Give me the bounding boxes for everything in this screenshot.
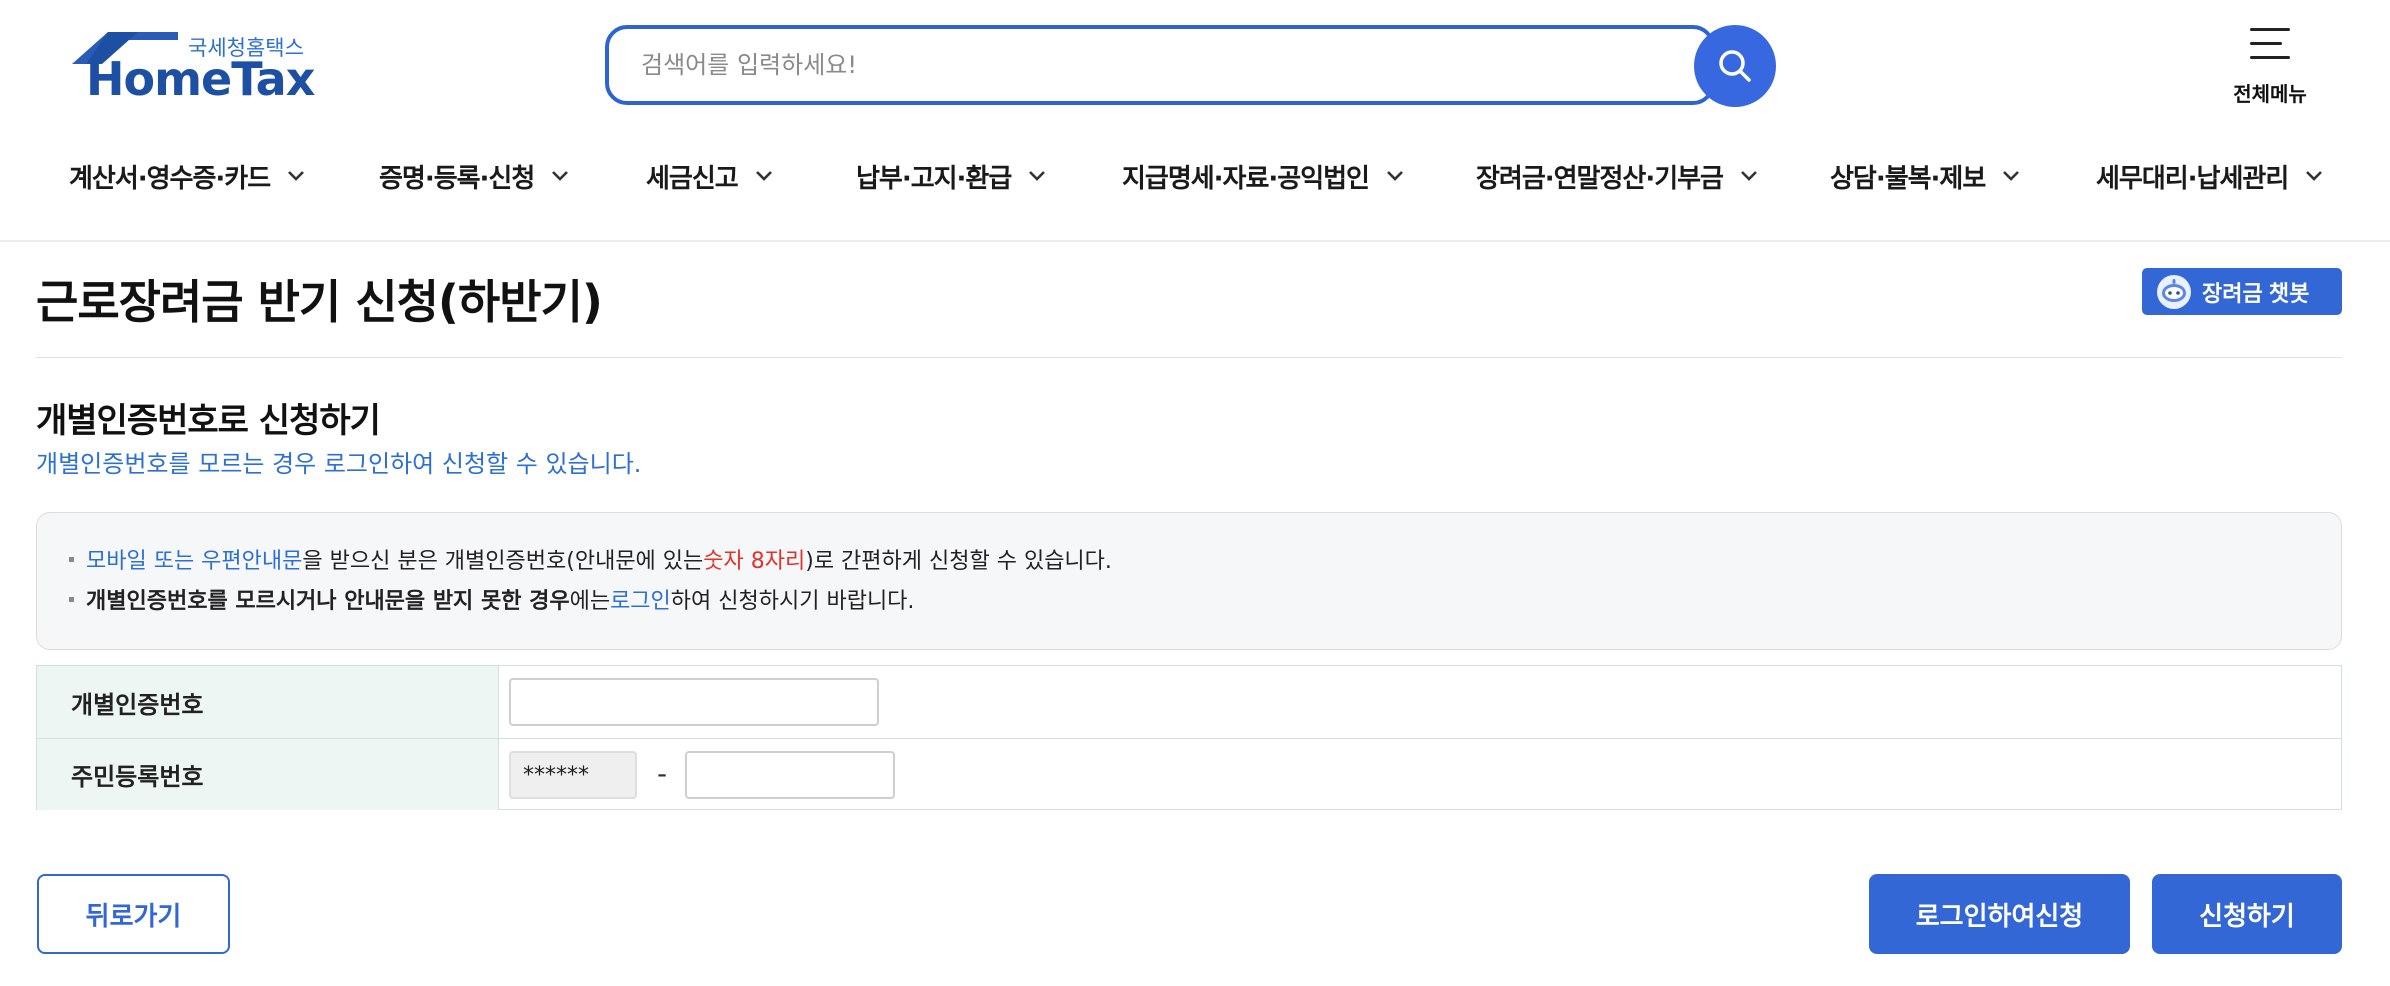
gnb-item-certificate[interactable]: 증명·등록·신청 (379, 150, 570, 202)
gnb-label: 상담·불복·제보 (1830, 163, 1986, 194)
chevron-down-icon (1741, 171, 1757, 181)
chevron-down-icon (1029, 171, 1046, 181)
gnb-item-agent[interactable]: 세무대리·납세관리 (2096, 150, 2324, 202)
notice-box: 모바일 또는 우편안내문 을 받으신 분은 개별인증번호(안내문에 있는 숫자 … (36, 512, 2342, 650)
notice-highlight-red: 숫자 8자리 (703, 549, 806, 574)
notice-highlight: 모바일 또는 우편안내문 (86, 549, 303, 574)
rrn-back-input[interactable] (685, 751, 895, 799)
gnb-item-tax-report[interactable]: 세금신고 (646, 150, 774, 202)
gnb-item-statements[interactable]: 지급명세·자료·공익법인 (1122, 150, 1405, 202)
form-row-auth-number: 개별인증번호 (37, 666, 2341, 738)
chevron-down-icon (552, 171, 569, 181)
notice-text: 하여 신청하시기 바랍니다. (670, 589, 915, 614)
auth-number-input[interactable] (509, 678, 879, 726)
all-menu-label: 전체메뉴 (2233, 82, 2307, 106)
notice-text: 에는 (569, 589, 611, 614)
section-description: 개별인증번호를 모르는 경우 로그인하여 신청할 수 있습니다. (36, 450, 642, 478)
auth-number-label: 개별인증번호 (37, 666, 499, 738)
bullet-icon (69, 556, 74, 562)
divider (36, 357, 2342, 358)
search-input[interactable] (605, 25, 1715, 105)
search-icon (1719, 50, 1751, 82)
search-button[interactable] (1694, 25, 1776, 107)
notice-text: 을 받으신 분은 개별인증번호(안내문에 있는 (302, 549, 704, 574)
gnb-label: 계산서·영수증·카드 (69, 163, 271, 194)
gnb-item-invoice[interactable]: 계산서·영수증·카드 (69, 150, 306, 202)
login-link[interactable]: 로그인 (610, 583, 671, 615)
gnb-item-consult[interactable]: 상담·불복·제보 (1830, 150, 2021, 202)
all-menu-button[interactable]: 전체메뉴 (2225, 26, 2315, 106)
rrn-dash: - (657, 757, 668, 790)
apply-form: 개별인증번호 주민등록번호 - (36, 665, 2342, 810)
chevron-down-icon (2306, 171, 2323, 181)
gnb-label: 세금신고 (646, 163, 739, 194)
apply-button[interactable]: 신청하기 (2152, 874, 2342, 954)
notice-line-1: 모바일 또는 우편안내문 을 받으신 분은 개별인증번호(안내문에 있는 숫자 … (69, 543, 1112, 575)
hamburger-icon (2250, 26, 2290, 62)
gnb-item-incentive[interactable]: 장려금·연말정산·기부금 (1476, 150, 1759, 202)
search-bar (605, 25, 1776, 107)
chevron-down-icon (755, 171, 772, 181)
chevron-down-icon (1387, 171, 1403, 181)
global-nav: 계산서·영수증·카드 증명·등록·신청 세금신고 납부·고지·환급 지급명세·자… (0, 150, 2390, 202)
chatbot-label: 장려금 챗봇 (2202, 280, 2310, 306)
notice-text: )로 간편하게 신청할 수 있습니다. (805, 549, 1112, 574)
chevron-down-icon (2003, 171, 2020, 181)
logo-wordmark: HomeTax (86, 52, 315, 106)
rrn-label: 주민등록번호 (37, 739, 499, 810)
page-title: 근로장려금 반기 신청(하반기) (36, 275, 603, 329)
gnb-label: 납부·고지·환급 (856, 163, 1012, 194)
login-apply-button[interactable]: 로그인하여신청 (1869, 874, 2130, 954)
chevron-down-icon (288, 171, 305, 181)
notice-bold-text: 개별인증번호를 모르시거나 안내문을 받지 못한 경우 (86, 589, 570, 614)
site-header: 국세청홈택스 HomeTax 전체메뉴 계산서·영수증·카드 증명·등록·신청 (0, 0, 2390, 242)
rrn-front-field (509, 751, 637, 799)
gnb-label: 지급명세·자료·공익법인 (1122, 163, 1370, 194)
gnb-item-payment[interactable]: 납부·고지·환급 (856, 150, 1047, 202)
chatbot-button[interactable]: 장려금 챗봇 (2142, 268, 2342, 315)
gnb-label: 장려금·연말정산·기부금 (1476, 163, 1724, 194)
chatbot-icon (2157, 274, 2191, 309)
back-button[interactable]: 뒤로가기 (37, 874, 230, 954)
gnb-label: 증명·등록·신청 (379, 163, 535, 194)
form-row-rrn: 주민등록번호 - (37, 738, 2341, 810)
gnb-label: 세무대리·납세관리 (2096, 163, 2289, 194)
section-title: 개별인증번호로 신청하기 (36, 401, 381, 441)
hometax-logo[interactable]: 국세청홈택스 HomeTax (68, 28, 318, 108)
bullet-icon (69, 596, 74, 602)
notice-line-2: 개별인증번호를 모르시거나 안내문을 받지 못한 경우 에는 로그인 하여 신청… (69, 583, 914, 615)
